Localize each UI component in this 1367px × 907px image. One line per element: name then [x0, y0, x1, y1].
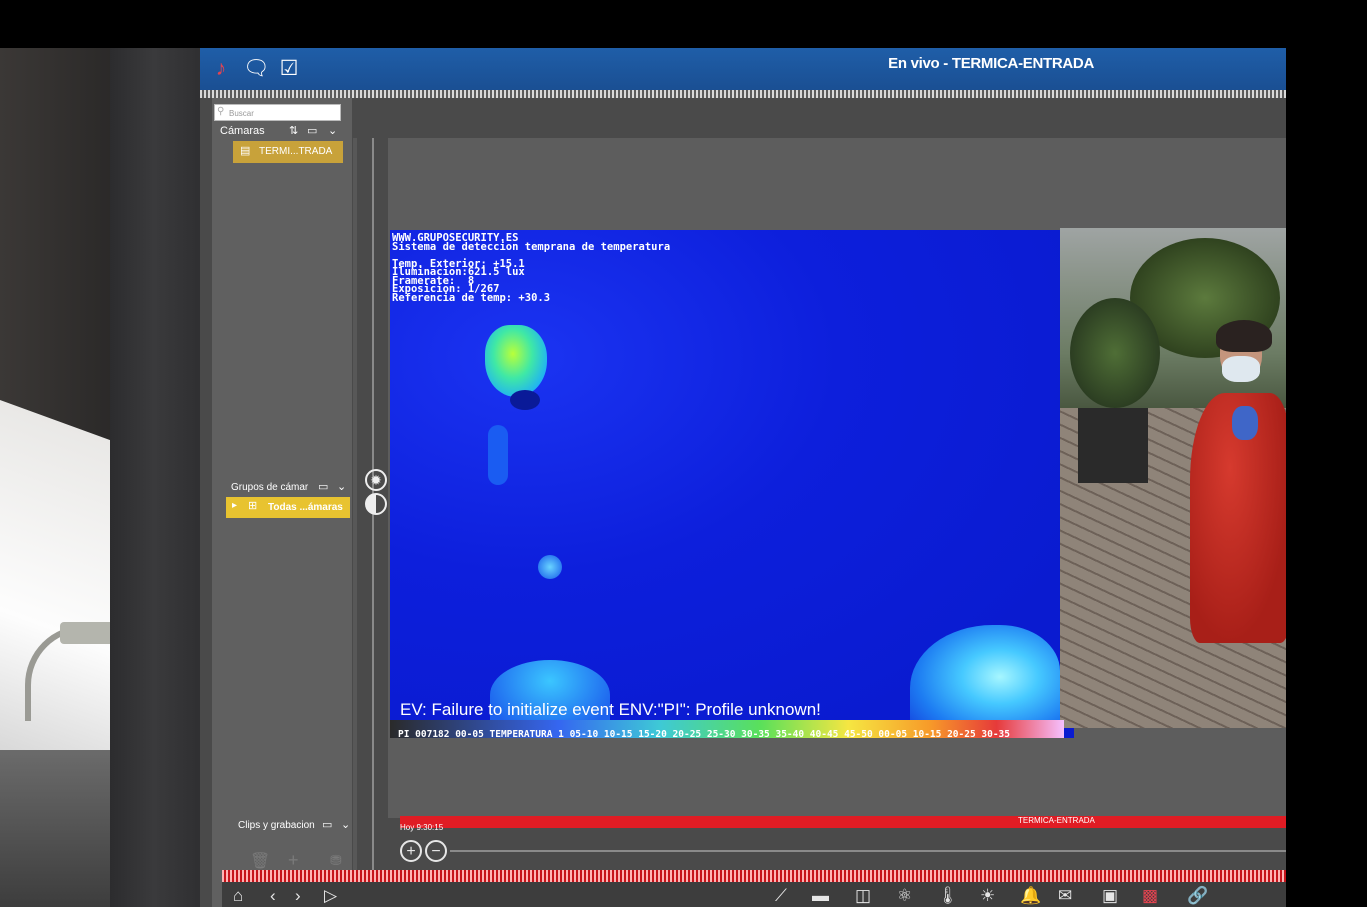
brightness-icon[interactable]: ✹: [365, 469, 387, 491]
panel-splitter[interactable]: [353, 138, 357, 907]
toolbar-separator: [200, 90, 1286, 98]
bottom-toolbar: [222, 882, 1286, 907]
person: [1180, 308, 1286, 728]
wand-icon[interactable]: ⟋: [775, 886, 787, 906]
folder-icon[interactable]: ▭: [318, 480, 328, 493]
contrast-icon[interactable]: [365, 493, 387, 515]
camera-snapshot-icon[interactable]: ▣: [1102, 886, 1118, 906]
title-bar: ♪ 🗨 ☑ En vivo - TERMICA-ENTRADA: [200, 48, 1286, 90]
error-message: EV: Failure to initialize event ENV:"PI"…: [400, 700, 821, 719]
trash-icon[interactable]: 🗑: [250, 851, 270, 871]
search-input[interactable]: Buscar: [214, 104, 341, 121]
thermal-video-feed[interactable]: WWW.GRUPOSECURITY.ES Sistema de deteccion…: [390, 230, 1074, 738]
monitor-screen: ♪ 🗨 ☑ En vivo - TERMICA-ENTRADA Buscar ⚲…: [200, 48, 1286, 907]
person-glove: [1232, 406, 1258, 440]
person-hair: [1216, 320, 1272, 352]
chevron-down-icon[interactable]: ⌄: [328, 124, 337, 137]
group-list-item[interactable]: Todas ...ámaras: [226, 497, 350, 518]
record-icon[interactable]: ▩: [1142, 886, 1158, 906]
groups-header: Grupos de cámar: [231, 482, 309, 493]
timeline-track[interactable]: [450, 850, 1286, 852]
link-icon[interactable]: 🔗: [1187, 886, 1208, 906]
camera-icon: ▤: [240, 145, 251, 157]
alarm-light-icon[interactable]: ☀: [980, 886, 995, 906]
checkbox-icon[interactable]: ☑: [277, 57, 301, 81]
grid-icon: ⊞: [248, 500, 258, 512]
lock-icon[interactable]: ⛃: [330, 852, 342, 869]
thermal-head: [485, 325, 547, 397]
minus-icon[interactable]: ▬: [812, 886, 829, 906]
thermal-hand: [538, 555, 562, 579]
chat-icon[interactable]: 🗨: [243, 57, 270, 81]
visible-video-feed[interactable]: [1060, 228, 1286, 728]
overlay-line: Sistema de deteccion temprana de tempera…: [392, 240, 671, 253]
home-icon[interactable]: ⌂: [233, 886, 243, 906]
mail-icon[interactable]: ✉: [1058, 886, 1072, 906]
thermometer-icon[interactable]: 🌡: [937, 886, 959, 906]
vertical-guide: [372, 138, 374, 907]
timeline-camera-label: TERMICA-ENTRADA: [1018, 816, 1095, 825]
folder-icon[interactable]: ▭: [307, 124, 317, 137]
bell-icon[interactable]: 🔔: [1020, 886, 1041, 906]
bush: [1070, 298, 1160, 408]
bottom-separator: [222, 870, 1286, 882]
play-icon[interactable]: ▷: [324, 886, 337, 906]
zoom-out-icon[interactable]: −: [425, 840, 447, 862]
window-title: En vivo - TERMICA-ENTRADA: [888, 55, 1094, 72]
door-icon[interactable]: ◫: [855, 886, 871, 906]
video-overlay-text: WWW.GRUPOSECURITY.ES Sistema de deteccion…: [392, 233, 671, 304]
chevron-down-icon[interactable]: ⌄: [337, 480, 346, 493]
folder-icon[interactable]: ▭: [322, 818, 332, 831]
zoom-in-icon[interactable]: +: [400, 840, 422, 862]
cameras-header: Cámaras: [220, 125, 265, 137]
planter: [1078, 408, 1148, 483]
gauge-icon[interactable]: ⚛: [897, 886, 912, 906]
thermal-mask: [510, 390, 540, 410]
chevron-right-icon[interactable]: ›: [295, 886, 301, 906]
thermal-arm: [488, 425, 508, 485]
clips-header: Clips y grabacion: [238, 820, 315, 831]
timeline-time: Hoy 9:30:15: [400, 823, 444, 832]
search-icon: ⚲: [217, 106, 225, 117]
temperature-scale-text: PI 007182 00-05 TEMPERATURA 1 05-10 10-1…: [398, 729, 1010, 740]
chevron-down-icon[interactable]: ⌄: [341, 818, 350, 831]
timeline-bar[interactable]: [400, 816, 1286, 828]
expand-arrow-icon[interactable]: ▸: [232, 500, 237, 511]
chevron-left-icon[interactable]: ‹: [270, 886, 276, 906]
overlay-line: Referencia de temp: +30.3: [392, 291, 551, 304]
user-icon[interactable]: ♪: [209, 57, 233, 81]
sort-icon[interactable]: ⇅: [289, 124, 298, 137]
add-icon[interactable]: +: [288, 850, 299, 871]
person-mask: [1222, 356, 1260, 382]
